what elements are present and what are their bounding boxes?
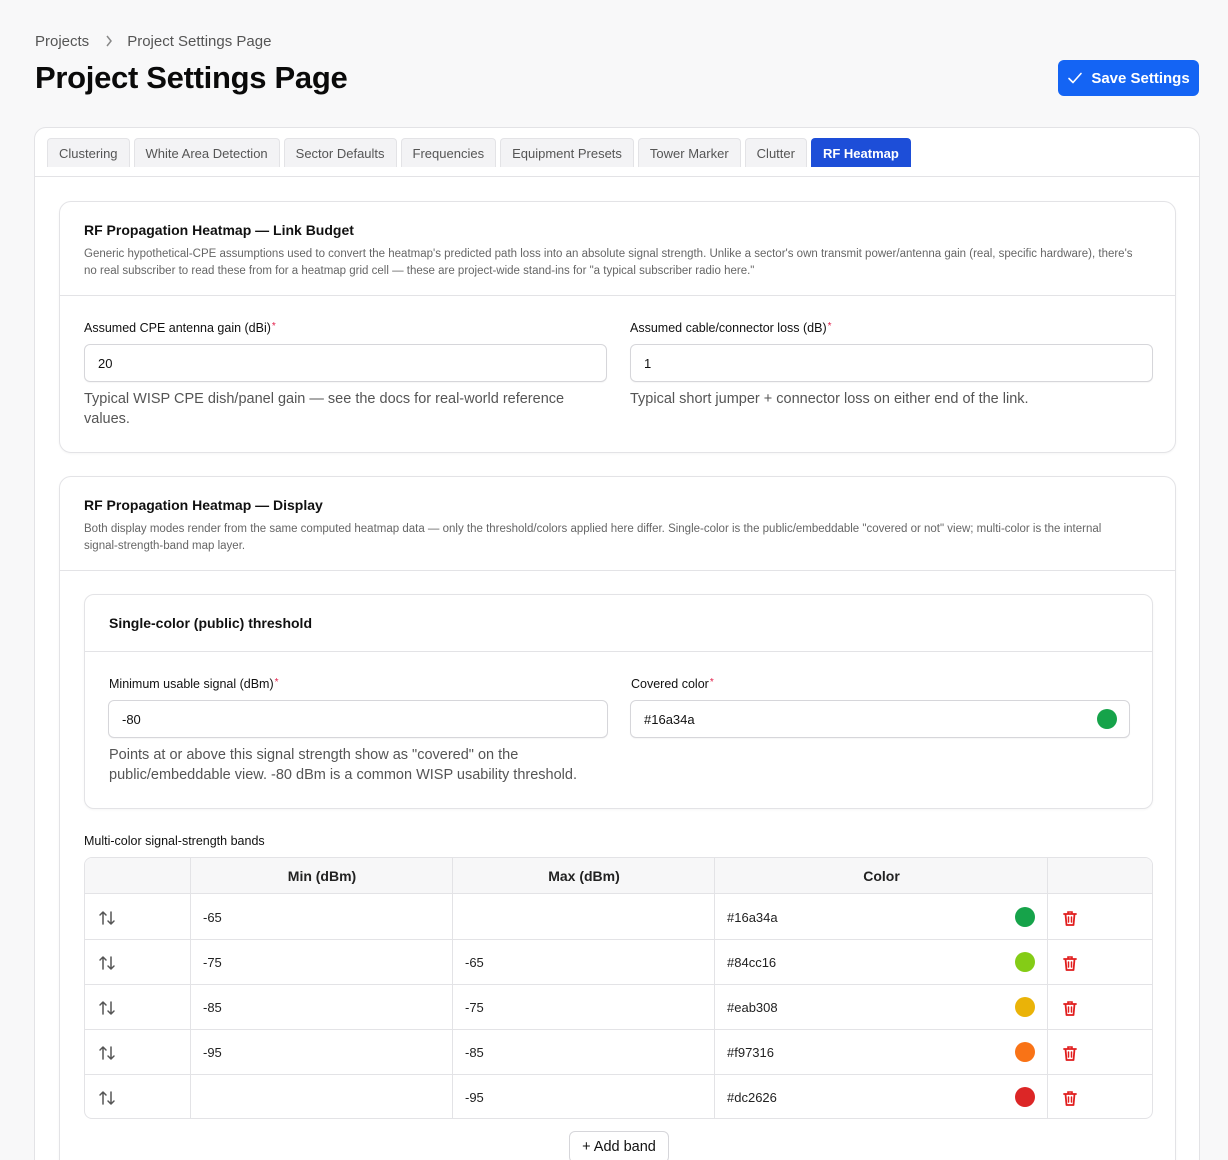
band-row: -65 #16a34a [85, 895, 1152, 940]
covered-color-swatch[interactable] [1097, 709, 1117, 729]
chevron-right-icon [105, 34, 113, 50]
min-signal-input[interactable]: -80 [108, 700, 608, 738]
band-row: -95 #dc2626 [85, 1075, 1152, 1118]
section-divider [60, 570, 1175, 571]
band-color-input[interactable]: #84cc16 [727, 940, 1027, 985]
breadcrumb-projects-link[interactable]: Projects [35, 33, 89, 50]
cable-loss-label: Assumed cable/connector loss (dB)* [630, 321, 832, 335]
band-max-input[interactable]: -85 [465, 1030, 705, 1075]
reorder-arrows-icon[interactable] [97, 1075, 137, 1118]
min-signal-help: Points at or above this signal strength … [109, 747, 577, 783]
bands-label: Multi-color signal-strength bands [84, 834, 265, 848]
bands-table-header: Min (dBm) Max (dBm) Color [85, 858, 1152, 894]
band-max-input[interactable]: -75 [465, 985, 705, 1030]
tab-frequencies[interactable]: Frequencies [400, 138, 497, 167]
column-divider [714, 858, 715, 1118]
display-title: RF Propagation Heatmap — Display [84, 497, 323, 513]
band-max-input[interactable] [465, 895, 705, 940]
covered-color-value: #16a34a [644, 711, 695, 727]
band-color-input[interactable]: #16a34a [727, 895, 1027, 940]
column-divider [190, 858, 191, 1118]
band-color-input[interactable]: #eab308 [727, 985, 1027, 1030]
band-max-input[interactable]: -95 [465, 1075, 705, 1118]
cpe-gain-input[interactable]: 20 [84, 344, 607, 382]
tab-clustering[interactable]: Clustering [47, 138, 130, 167]
tab-divider [35, 176, 1199, 177]
cable-loss-help: Typical short jumper + connector loss on… [630, 391, 1029, 407]
band-min-input[interactable]: -85 [203, 985, 443, 1030]
single-color-title: Single-color (public) threshold [109, 615, 312, 631]
display-section: RF Propagation Heatmap — Display Both di… [59, 476, 1176, 1160]
required-mark: * [271, 321, 276, 332]
save-settings-button[interactable]: Save Settings [1058, 60, 1199, 96]
covered-color-input[interactable]: #16a34a [630, 700, 1130, 738]
required-mark: * [274, 677, 279, 688]
reorder-arrows-icon[interactable] [97, 940, 137, 985]
trash-icon[interactable] [1061, 1075, 1091, 1118]
trash-icon[interactable] [1061, 940, 1091, 985]
tab-tower-marker[interactable]: Tower Marker [637, 138, 741, 167]
band-min-input[interactable]: -65 [203, 895, 443, 940]
section-divider [85, 651, 1152, 652]
tab-white-area-detection[interactable]: White Area Detection [133, 138, 280, 167]
max-column-header: Max (dBm) [548, 868, 620, 884]
band-color-swatch[interactable] [1015, 1087, 1035, 1107]
trash-icon[interactable] [1061, 1030, 1091, 1075]
min-signal-label: Minimum usable signal (dBm)* [109, 677, 279, 691]
tab-sector-defaults[interactable]: Sector Defaults [283, 138, 397, 167]
reorder-arrows-icon[interactable] [97, 1030, 137, 1075]
settings-card: Clustering White Area Detection Sector D… [34, 127, 1200, 1160]
add-band-button[interactable]: + Add band [569, 1131, 669, 1160]
link-budget-section: RF Propagation Heatmap — Link Budget Gen… [59, 201, 1176, 453]
min-column-header: Min (dBm) [287, 868, 357, 884]
link-budget-title: RF Propagation Heatmap — Link Budget [84, 222, 354, 238]
cable-loss-input[interactable]: 1 [630, 344, 1153, 382]
column-divider [452, 858, 453, 1118]
band-min-input[interactable]: -95 [203, 1030, 443, 1075]
band-color-input[interactable]: #dc2626 [727, 1075, 1027, 1118]
band-row: -75 -65 #84cc16 [85, 940, 1152, 985]
band-color-swatch[interactable] [1015, 997, 1035, 1017]
band-color-swatch[interactable] [1015, 907, 1035, 927]
section-divider [60, 295, 1175, 296]
breadcrumb: Projects Project Settings Page [35, 33, 271, 50]
band-row: -85 -75 #eab308 [85, 985, 1152, 1030]
trash-icon[interactable] [1061, 895, 1091, 940]
save-settings-label: Save Settings [1091, 69, 1190, 87]
tab-bar: Clustering White Area Detection Sector D… [47, 138, 911, 167]
tab-equipment-presets[interactable]: Equipment Presets [500, 138, 634, 167]
band-color-swatch[interactable] [1015, 1042, 1035, 1062]
cpe-gain-label: Assumed CPE antenna gain (dBi)* [84, 321, 276, 335]
check-icon [1068, 72, 1083, 84]
reorder-arrows-icon[interactable] [97, 895, 137, 940]
color-column-header: Color [863, 868, 900, 884]
band-color-swatch[interactable] [1015, 952, 1035, 972]
required-mark: * [709, 677, 714, 688]
band-row: -95 -85 #f97316 [85, 1030, 1152, 1075]
breadcrumb-current: Project Settings Page [127, 33, 272, 50]
single-color-card: Single-color (public) threshold Minimum … [84, 594, 1153, 809]
link-budget-description: Generic hypothetical-CPE assumptions use… [84, 248, 1133, 277]
page-title: Project Settings Page [35, 60, 348, 95]
bands-table: Min (dBm) Max (dBm) Color -65 #16a34a -75-… [84, 857, 1153, 1119]
reorder-arrows-icon[interactable] [97, 985, 137, 1030]
required-mark: * [827, 321, 832, 332]
display-description: Both display modes render from the same … [84, 523, 1102, 552]
covered-color-label: Covered color* [631, 677, 714, 691]
trash-icon[interactable] [1061, 985, 1091, 1030]
cpe-gain-help: Typical WISP CPE dish/panel gain — see t… [84, 391, 565, 427]
band-min-input[interactable] [203, 1075, 443, 1118]
tab-clutter[interactable]: Clutter [744, 138, 807, 167]
band-max-input[interactable]: -65 [465, 940, 705, 985]
column-divider [1047, 858, 1048, 1118]
tab-rf-heatmap[interactable]: RF Heatmap [810, 138, 911, 167]
band-color-input[interactable]: #f97316 [727, 1030, 1027, 1075]
band-min-input[interactable]: -75 [203, 940, 443, 985]
